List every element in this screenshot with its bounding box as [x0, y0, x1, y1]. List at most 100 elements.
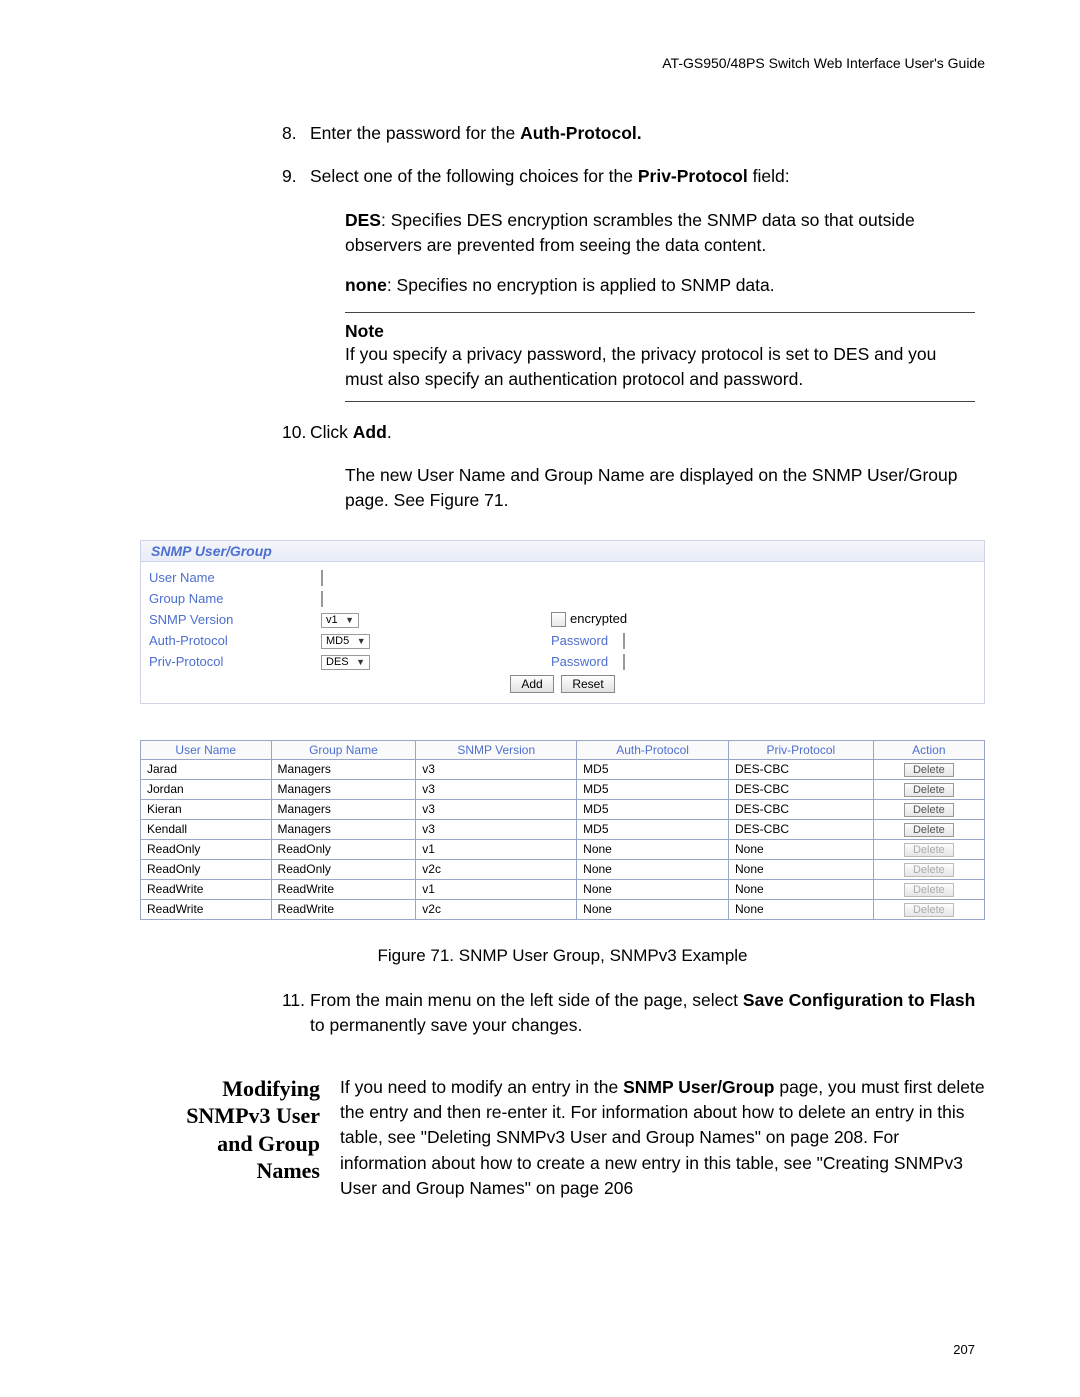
checkbox-encrypted[interactable] [551, 612, 566, 627]
row-priv-protocol: Priv-Protocol DES ▼ Password [149, 652, 976, 671]
note-rule-top [345, 312, 975, 313]
select-snmp-version-value: v1 [326, 614, 338, 626]
side-body-bold: SNMP User/Group [623, 1077, 774, 1097]
delete-button: Delete [904, 883, 954, 897]
step-8: Enter the password for the Auth-Protocol… [310, 121, 985, 146]
table-cell: v2c [416, 899, 577, 919]
table-cell: Jordan [141, 779, 272, 799]
row-auth-protocol: Auth-Protocol MD5▼ Password [149, 631, 976, 650]
table-header: Priv-Protocol [728, 740, 873, 759]
step-10-bold: Add [353, 422, 387, 442]
delete-button[interactable]: Delete [904, 783, 954, 797]
step-11-bold: Save Configuration to Flash [743, 990, 975, 1010]
table-row: ReadWriteReadWritev1NoneNoneDelete [141, 879, 985, 899]
step-8-bold: Auth-Protocol. [520, 123, 642, 143]
table-cell: MD5 [577, 779, 729, 799]
table-cell: None [728, 859, 873, 879]
table-cell: Jarad [141, 759, 272, 779]
label-priv-protocol: Priv-Protocol [149, 654, 321, 669]
input-group-name[interactable] [321, 591, 323, 607]
step-10-pre: Click [310, 422, 353, 442]
add-button[interactable]: Add [510, 675, 553, 693]
des-label: DES [345, 210, 381, 230]
select-priv-protocol[interactable]: DES ▼ [321, 655, 370, 670]
section-heading-modifying: Modifying SNMPv3 User and Group Names [170, 1075, 320, 1202]
table-row: ReadOnlyReadOnlyv1NoneNoneDelete [141, 839, 985, 859]
table-cell-action: Delete [873, 839, 984, 859]
des-desc: DES: Specifies DES encryption scrambles … [345, 208, 985, 259]
table-header: Group Name [271, 740, 416, 759]
table-cell: None [728, 899, 873, 919]
panel-title: SNMP User/Group [141, 541, 984, 562]
table-cell: Managers [271, 779, 416, 799]
table-row: KendallManagersv3MD5DES-CBCDelete [141, 819, 985, 839]
section-body-modifying: If you need to modify an entry in the SN… [340, 1075, 985, 1202]
table-cell: None [577, 899, 729, 919]
select-snmp-version[interactable]: v1▼ [321, 613, 359, 628]
table-cell: None [728, 839, 873, 859]
table-cell: None [728, 879, 873, 899]
des-text: : Specifies DES encryption scrambles the… [345, 210, 915, 255]
table-cell: v3 [416, 779, 577, 799]
label-auth-password: Password [551, 633, 623, 648]
table-row: ReadOnlyReadOnlyv2cNoneNoneDelete [141, 859, 985, 879]
table-row: JaradManagersv3MD5DES-CBCDelete [141, 759, 985, 779]
table-cell: Managers [271, 759, 416, 779]
table-cell-action: Delete [873, 899, 984, 919]
table-cell: None [577, 879, 729, 899]
table-cell: Kieran [141, 799, 272, 819]
reset-button[interactable]: Reset [561, 675, 614, 693]
user-group-table: User NameGroup NameSNMP VersionAuth-Prot… [140, 740, 985, 920]
table-cell: MD5 [577, 759, 729, 779]
step-9: Select one of the following choices for … [310, 164, 985, 189]
table-row: ReadWriteReadWritev2cNoneNoneDelete [141, 899, 985, 919]
note-body: If you specify a privacy password, the p… [345, 342, 975, 393]
none-label: none [345, 275, 387, 295]
select-auth-value: MD5 [326, 635, 349, 647]
select-auth-protocol[interactable]: MD5▼ [321, 634, 370, 649]
table-cell: v2c [416, 859, 577, 879]
delete-button[interactable]: Delete [904, 763, 954, 777]
table-cell-action: Delete [873, 859, 984, 879]
delete-button[interactable]: Delete [904, 803, 954, 817]
step-11-post: to permanently save your changes. [310, 1015, 582, 1035]
table-cell: v3 [416, 759, 577, 779]
page-header: AT-GS950/48PS Switch Web Interface User'… [140, 55, 985, 71]
table-cell: Kendall [141, 819, 272, 839]
page-number: 207 [953, 1342, 975, 1357]
table-header: Action [873, 740, 984, 759]
step-10: Click Add. [310, 420, 985, 445]
table-header: Auth-Protocol [577, 740, 729, 759]
input-user-name[interactable] [321, 570, 323, 586]
input-priv-password[interactable] [623, 654, 625, 670]
table-cell: None [577, 839, 729, 859]
chevron-down-icon: ▼ [355, 657, 367, 667]
row-group-name: Group Name [149, 589, 976, 608]
table-row: KieranManagersv3MD5DES-CBCDelete [141, 799, 985, 819]
table-cell: ReadOnly [141, 839, 272, 859]
table-cell: ReadWrite [271, 899, 416, 919]
table-header: User Name [141, 740, 272, 759]
label-auth-protocol: Auth-Protocol [149, 633, 321, 648]
row-snmp-version: SNMP Version v1▼ encrypted [149, 610, 976, 629]
table-header: SNMP Version [416, 740, 577, 759]
note-rule-bottom [345, 401, 975, 402]
label-priv-password: Password [551, 654, 623, 669]
label-group-name: Group Name [149, 591, 321, 606]
table-cell: v1 [416, 839, 577, 859]
delete-button: Delete [904, 843, 954, 857]
table-cell: DES-CBC [728, 799, 873, 819]
table-cell-action: Delete [873, 879, 984, 899]
delete-button[interactable]: Delete [904, 823, 954, 837]
select-priv-value: DES [326, 656, 349, 668]
figure-caption: Figure 71. SNMP User Group, SNMPv3 Examp… [140, 946, 985, 966]
step-10-result: The new User Name and Group Name are dis… [345, 463, 985, 514]
table-cell: DES-CBC [728, 819, 873, 839]
table-cell: MD5 [577, 819, 729, 839]
snmp-panel: SNMP User/Group User Name Group Name SNM… [140, 540, 985, 704]
label-snmp-version: SNMP Version [149, 612, 321, 627]
table-cell: Managers [271, 799, 416, 819]
input-auth-password[interactable] [623, 633, 625, 649]
none-desc: none: Specifies no encryption is applied… [345, 273, 985, 298]
delete-button: Delete [904, 863, 954, 877]
